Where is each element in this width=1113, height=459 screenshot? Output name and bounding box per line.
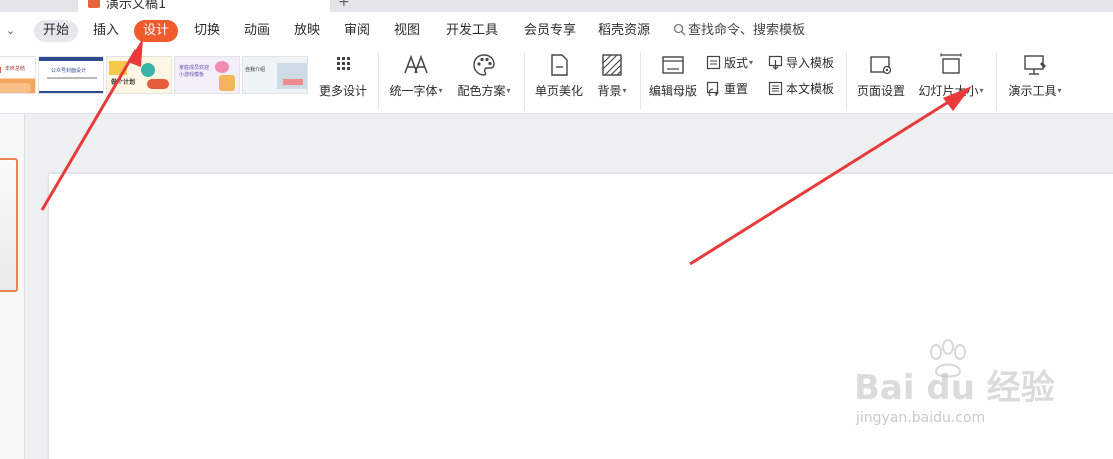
text-template-button[interactable]: 本文模板 [768,80,834,98]
watermark-url: jingyan.baidu.com [856,410,986,426]
theme-thumbnail-blue[interactable]: 公众号封面设计 [38,56,104,94]
page-setup-label: 页面设置 [856,84,905,98]
dropdown-caret-icon: ▾ [1057,86,1062,95]
menu-tab-insert[interactable]: 插入 [84,20,128,42]
menu-tab-animation[interactable]: 动画 [235,20,279,42]
presentation-tools-button[interactable]: 演示工具▾ [1004,52,1066,99]
wps-logo-icon [88,0,100,8]
dropdown-caret-icon: ▾ [506,86,511,95]
dropdown-caret-icon: ▾ [749,58,754,67]
ribbon-divider [378,52,379,110]
command-search[interactable]: 查找命令、搜索模板 [673,20,805,42]
page-setup-gear-icon [870,56,892,75]
background-label: 背景 [597,84,622,98]
unify-font-button[interactable]: 统一字体▾ [386,52,446,99]
theme-thumbnail-text: 年终总结 [5,66,26,72]
reset-label: 重置 [724,82,749,96]
menu-tab-home[interactable]: 开始 [34,20,79,42]
import-template-label: 导入模板 [786,56,835,70]
slide-thumbnail-pane [0,114,25,459]
import-template-icon [768,55,783,70]
more-design-label: 更多设计 [318,84,367,98]
menu-tab-developer[interactable]: 开发工具 [437,20,507,42]
ribbon-divider [640,52,641,110]
color-scheme-button[interactable]: 配色方案▾ [454,52,514,99]
theme-thumbnail-text: 公众号封面设计 [51,68,87,74]
design-ribbon: 年终总结 公众号封面设计 做个计划 家庭成员欢迎小游戏模板 自我介绍 更多设计 … [0,48,1113,114]
theme-thumbnail-text: 做个计划 [111,79,136,86]
menu-tab-slideshow[interactable]: 放映 [285,20,329,42]
presentation-tools-label: 演示工具 [1008,84,1057,98]
page-setup-button[interactable]: 页面设置 [854,52,908,99]
reset-icon [706,81,719,98]
menu-tab-member[interactable]: 会员专享 [515,20,585,42]
watermark-text: Bai du 经验 [854,368,1055,408]
text-template-label: 本文模板 [786,82,835,96]
menu-tab-design[interactable]: 设计 [134,20,179,42]
menu-tab-review[interactable]: 审阅 [335,20,379,42]
grid-icon [337,57,350,70]
text-template-icon [768,81,783,96]
page-icon [551,54,568,76]
document-tab[interactable]: 演示文稿1 [78,0,330,12]
slide-size-label: 幻灯片大小 [918,84,979,98]
edit-master-button[interactable]: 编辑母版 [646,52,700,99]
theme-thumbnail-text: 家庭成员欢迎小游戏模板 [179,65,210,78]
menu-tab-view[interactable]: 视图 [385,20,429,42]
layout-icon [706,55,721,70]
theme-thumbnail-gray[interactable]: 自我介绍 [242,56,308,94]
menu-tab-transition[interactable]: 切换 [185,20,229,42]
theme-thumbnail-text: 自我介绍 [245,67,266,73]
presentation-tools-icon [1024,55,1046,75]
edit-master-label: 编辑母版 [648,84,697,98]
dropdown-caret-icon: ▾ [622,86,627,95]
layout-label: 版式 [724,56,749,70]
document-tab-title: 演示文稿1 [106,0,167,12]
slide-size-button[interactable]: 幻灯片大小▾ [914,52,988,99]
ribbon-divider [846,52,847,110]
background-hatch-icon [602,54,622,76]
page-beautify-label: 单页美化 [534,84,583,98]
slide-size-icon [940,53,962,74]
wps-presentation-window: 演示文稿1 + ⌄ 开始 插入 设计 切换 动画 放映 审阅 视图 开发工具 会… [0,0,1113,459]
document-tab-strip: 演示文稿1 + [0,0,1113,12]
background-button[interactable]: 背景▾ [592,52,632,99]
unify-font-label: 统一字体 [389,84,438,98]
dropdown-caret-icon: ▾ [979,86,984,95]
theme-thumbnail-pink[interactable]: 家庭成员欢迎小游戏模板 [174,56,240,94]
ribbon-divider [996,52,997,110]
theme-thumbnail-yellow[interactable]: 做个计划 [106,56,172,94]
theme-thumbnail-orange[interactable]: 年终总结 [0,56,36,94]
search-label: 查找命令、搜索模板 [688,23,806,38]
slide-master-icon [662,56,684,74]
slide-thumbnail-1[interactable] [0,158,18,292]
menu-tab-docer[interactable]: 稻壳资源 [589,20,659,42]
new-tab-icon[interactable]: + [338,0,350,10]
page-beautify-button[interactable]: 单页美化 [532,52,586,99]
reset-button[interactable]: 重置 [706,80,748,98]
dropdown-caret-icon: ▾ [438,86,443,95]
font-aa-icon [404,54,428,74]
menu-bar: ⌄ 开始 插入 设计 切换 动画 放映 审阅 视图 开发工具 会员专享 稻壳资源… [0,12,1113,48]
more-design-button[interactable]: 更多设计 [316,52,370,99]
collapse-menu-chevron-icon[interactable]: ⌄ [6,24,15,37]
color-scheme-label: 配色方案 [457,84,506,98]
import-template-button[interactable]: 导入模板 [768,54,834,72]
ribbon-divider [524,52,525,110]
baidu-jingyan-watermark: Bai du 经验 jingyan.baidu.com [852,338,1062,438]
palette-icon [473,54,495,76]
layout-button[interactable]: 版式▾ [706,54,753,72]
search-icon [673,23,686,36]
